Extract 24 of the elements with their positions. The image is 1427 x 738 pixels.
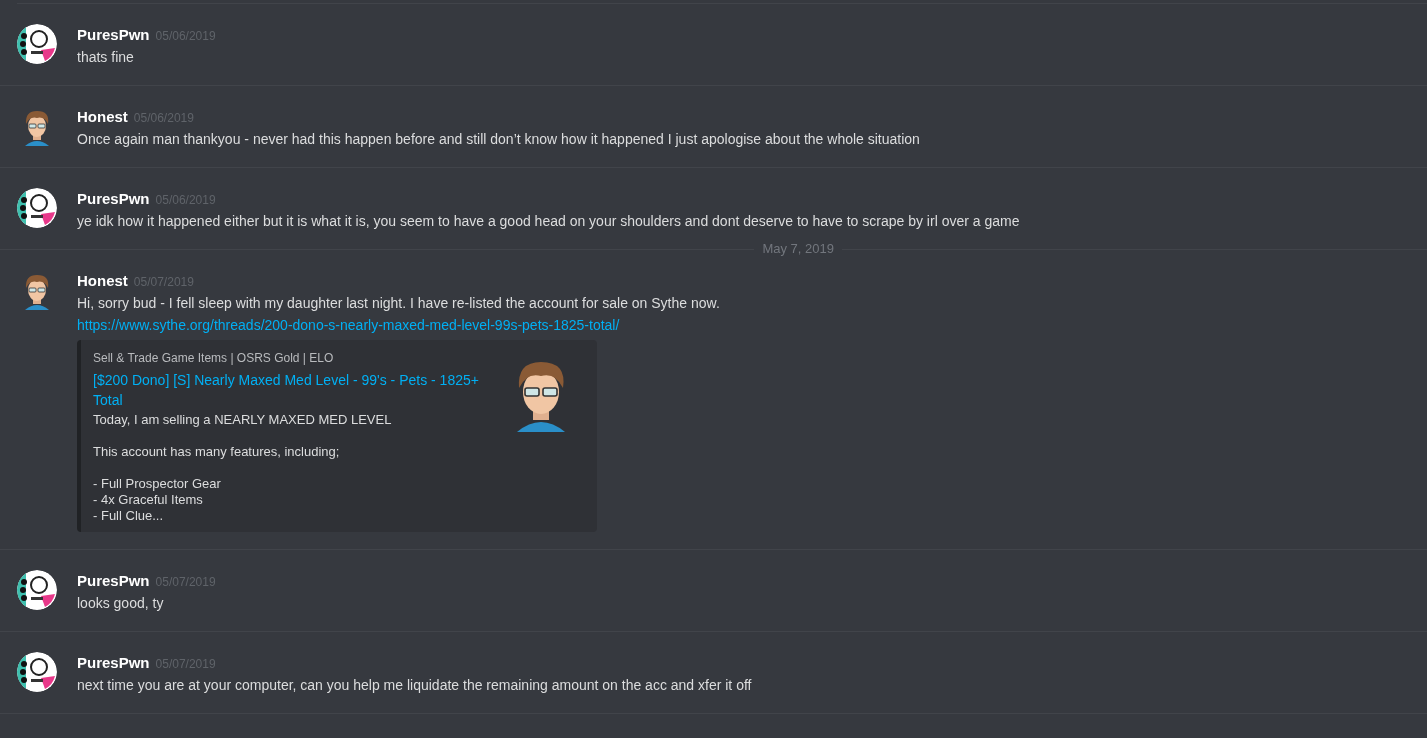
author-name[interactable]: Honest (77, 106, 128, 129)
avatar-icon[interactable] (17, 652, 57, 692)
message-text: thats fine (77, 48, 135, 67)
message-text: looks good, ty (77, 594, 165, 613)
embed-description-line: - Full Prospector Gear (93, 476, 222, 492)
avatar-icon[interactable] (17, 188, 57, 228)
embed-description-line: - 4x Graceful Items (93, 492, 204, 508)
author-name[interactable]: PuresPwn (77, 24, 150, 47)
embed-description-line: Today, I am selling a NEARLY MAXED MED LEVEL (93, 412, 393, 428)
embed-description-line: - Full Clue... (93, 508, 165, 524)
embed-title[interactable]: [$200 Dono] [S] Nearly Maxed Med Level - 99's - Pets - 1825+ Total (93, 370, 493, 410)
avatar-icon[interactable] (17, 570, 57, 610)
message-text: ye idk how it happened either but it is what it is, you seem to have a good head on your shoulders and dont deserve to have to scrape by irl over a game (77, 212, 1020, 231)
message-text: next time you are at your computer, can you help me liquidate the remaining amount on the acc and xfer it off (77, 676, 752, 695)
embed-provider: Sell & Trade Game Items | OSRS Gold | ELO (93, 350, 335, 367)
author-name[interactable]: Honest (77, 270, 128, 293)
author-name[interactable]: PuresPwn (77, 652, 150, 675)
message-text: Hi, sorry bud - I fell sleep with my daughter last night. I have re-listed the account for sale on Sythe now. (77, 294, 720, 313)
author-name[interactable]: PuresPwn (77, 188, 150, 211)
author-name[interactable]: PuresPwn (77, 570, 150, 593)
embed-description-line: This account has many features, including; (93, 444, 341, 460)
message-link[interactable]: https://www.sythe.org/threads/200-dono-s-nearly-maxed-med-level-99s-pets-1825-total/ (77, 314, 720, 336)
message-text: Once again man thankyou - never had this happen before and still don’t know how it happened I just apologise about the whole situation (77, 130, 920, 149)
avatar-icon[interactable] (17, 24, 57, 64)
